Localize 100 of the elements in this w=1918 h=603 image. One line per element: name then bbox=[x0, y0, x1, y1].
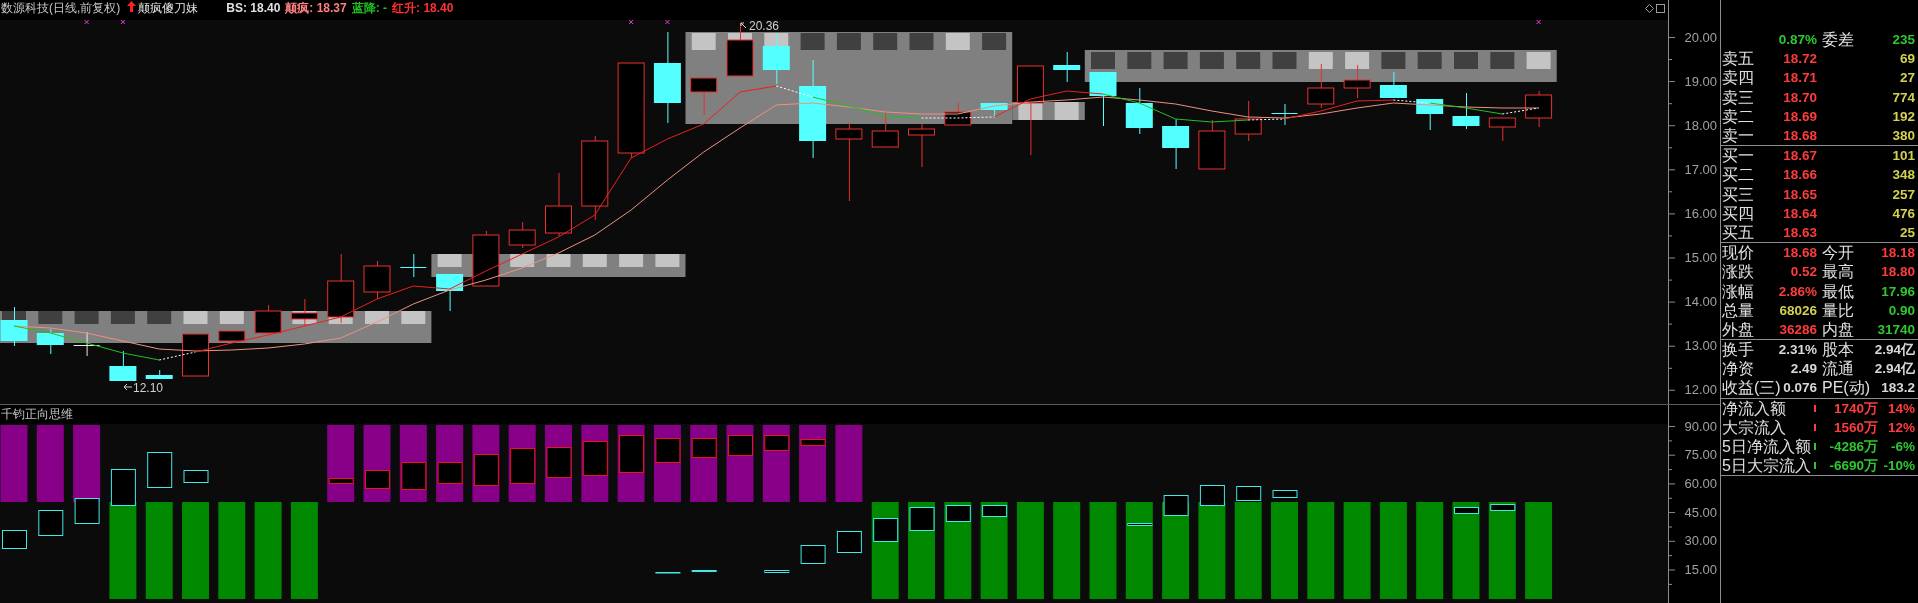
hollow-bar bbox=[982, 505, 1008, 517]
ask-label: 卖一 bbox=[1722, 126, 1754, 146]
ask-price: 18.72 bbox=[1783, 50, 1817, 69]
candle bbox=[1162, 118, 1190, 170]
stat-value: 18.80 bbox=[1881, 263, 1915, 282]
zone-tile bbox=[1381, 52, 1406, 69]
candle bbox=[36, 328, 64, 355]
hollow-bar bbox=[764, 570, 790, 573]
ask-price: 18.70 bbox=[1783, 88, 1817, 107]
candle bbox=[980, 102, 1008, 119]
stat-value: 2.94亿 bbox=[1874, 360, 1915, 379]
up-arrow-icon bbox=[127, 1, 137, 12]
hollow-bar bbox=[1454, 507, 1479, 514]
zone-tile bbox=[1163, 52, 1188, 69]
candle bbox=[363, 260, 391, 300]
low-price-label: 12.10 bbox=[133, 381, 164, 395]
hollow-bar bbox=[328, 478, 354, 484]
stat-value: 36286 bbox=[1779, 320, 1817, 339]
hollow-bar bbox=[800, 545, 826, 564]
hollow-bar bbox=[582, 441, 608, 476]
hollow-bar bbox=[147, 452, 173, 488]
bid-price: 18.67 bbox=[1783, 147, 1817, 166]
cross-marker-icon bbox=[120, 20, 126, 25]
candle bbox=[908, 123, 935, 168]
indicator-readout: BS: 18.40 bbox=[226, 1, 281, 15]
hollow-bar bbox=[110, 469, 136, 506]
indicator-readout: 红升: 18.40 bbox=[392, 1, 454, 15]
candle bbox=[1271, 103, 1298, 126]
candle bbox=[1053, 51, 1081, 83]
candle bbox=[73, 331, 101, 357]
stat-label: 最高 bbox=[1822, 262, 1854, 282]
stat-value: 68026 bbox=[1779, 301, 1817, 320]
bid-label: 买一 bbox=[1722, 146, 1754, 166]
zone-tile bbox=[800, 33, 825, 50]
stat-value: 0.076 bbox=[1783, 379, 1817, 398]
hollow-bar bbox=[655, 438, 681, 463]
flow-amount: -6690万 bbox=[1828, 457, 1878, 476]
ask-price: 18.69 bbox=[1783, 107, 1817, 126]
hollow-bar bbox=[1199, 485, 1225, 506]
axis-label: 15.00 bbox=[1684, 562, 1717, 577]
axis-label: 15.00 bbox=[1684, 250, 1717, 265]
candle bbox=[1488, 117, 1516, 142]
stat-label: 换手 bbox=[1722, 340, 1754, 360]
stat-label: 外盘 bbox=[1722, 319, 1754, 339]
bid-label: 买三 bbox=[1722, 184, 1754, 204]
bid-volume: 257 bbox=[1892, 185, 1915, 204]
zone-tile bbox=[110, 311, 135, 324]
bid-label: 买二 bbox=[1722, 165, 1754, 185]
candle bbox=[399, 253, 427, 278]
stat-label: 流通 bbox=[1822, 359, 1854, 379]
zone-tile bbox=[1454, 52, 1478, 69]
square-icon[interactable] bbox=[1656, 3, 1665, 13]
candle bbox=[254, 304, 282, 334]
stat-value: 18.18 bbox=[1881, 244, 1915, 263]
flow-percent: 14% bbox=[1886, 399, 1915, 418]
candle bbox=[690, 77, 718, 116]
stat-value: 2.49 bbox=[1790, 360, 1817, 379]
candle bbox=[218, 330, 246, 342]
flow-amount: 1560万 bbox=[1832, 418, 1878, 437]
cross-marker-icon bbox=[84, 20, 90, 25]
candle bbox=[1198, 119, 1226, 170]
flow-percent: 12% bbox=[1886, 418, 1915, 437]
hollow-bar bbox=[909, 507, 935, 531]
bid-price: 18.64 bbox=[1783, 204, 1817, 223]
chart-title: 数源科技(日线,前复权) bbox=[1, 1, 121, 15]
ask-volume: 27 bbox=[1899, 69, 1915, 88]
candle bbox=[0, 306, 28, 347]
stat-label: 内盘 bbox=[1822, 319, 1854, 339]
hollow-bar bbox=[691, 438, 717, 458]
ask-label: 卖四 bbox=[1722, 68, 1754, 88]
ask-volume: 69 bbox=[1899, 50, 1915, 69]
zone-tile bbox=[655, 254, 680, 267]
zone-tile bbox=[1091, 52, 1115, 69]
ask-volume: 774 bbox=[1892, 88, 1915, 107]
bid-volume: 476 bbox=[1892, 204, 1915, 223]
candle bbox=[145, 369, 173, 380]
stat-value: 18.68 bbox=[1783, 244, 1817, 263]
flow-label: 5日净流入额 bbox=[1722, 437, 1812, 457]
candle bbox=[1307, 63, 1335, 109]
stat-label: 涨跌 bbox=[1722, 262, 1754, 282]
axis-label: 12.00 bbox=[1684, 382, 1717, 398]
indicator-name: 颠疯傻刀妹 bbox=[138, 1, 199, 15]
hollow-bar bbox=[800, 439, 826, 446]
indicator-readout: 颠疯: 18.37 bbox=[285, 1, 347, 15]
candle bbox=[327, 253, 355, 324]
zone-tile bbox=[183, 311, 208, 324]
candle bbox=[1379, 71, 1407, 99]
zone-tile bbox=[219, 311, 244, 324]
diamond-icon[interactable] bbox=[1645, 3, 1654, 13]
bid-price: 18.63 bbox=[1783, 223, 1817, 242]
bid-volume: 348 bbox=[1892, 166, 1915, 185]
hollow-bar bbox=[365, 470, 390, 489]
zone-tile bbox=[510, 254, 535, 267]
zone-tile bbox=[1272, 52, 1297, 69]
ask-price: 18.68 bbox=[1783, 127, 1817, 146]
zone-tile bbox=[945, 33, 970, 50]
indicator-readout: 蓝降: - bbox=[351, 1, 388, 15]
candle bbox=[871, 111, 899, 148]
zone-tile bbox=[982, 33, 1007, 50]
order-ratio-value: 0.87% bbox=[1778, 31, 1817, 50]
